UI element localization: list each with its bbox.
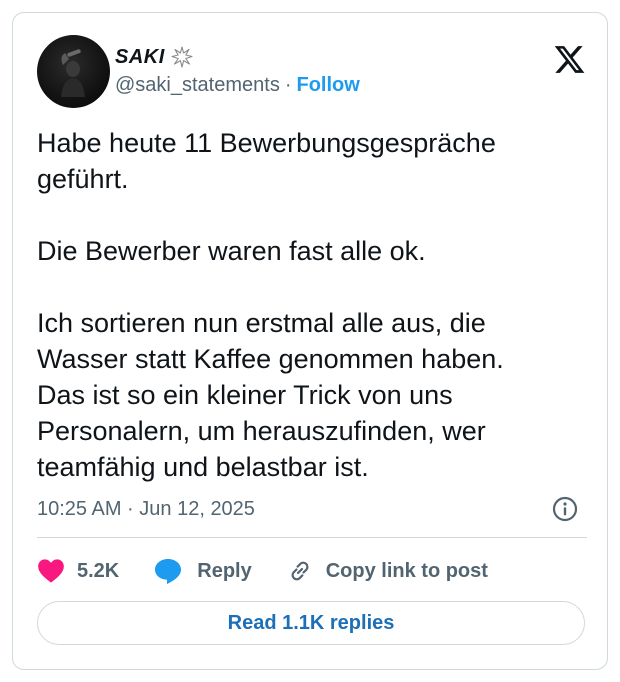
tweet-line: Ich sortieren nun erstmal alle aus, die — [37, 308, 486, 338]
tweet-actions: 5.2K Reply Copy link to post — [37, 553, 488, 589]
link-icon[interactable] — [286, 557, 314, 585]
like-button[interactable]: 5.2K — [37, 558, 119, 584]
reply-label[interactable]: Reply — [197, 560, 251, 583]
tweet-line: geführt. — [37, 164, 129, 194]
tweet-text: Habe heute 11 Bewerbungsgespräche geführ… — [37, 125, 587, 485]
copy-link-button[interactable]: Copy link to post — [286, 557, 488, 585]
tweet-line: Habe heute 11 Bewerbungsgespräche — [37, 128, 496, 158]
avatar-silhouette-icon — [61, 49, 85, 97]
author-name-row: SAKI — [115, 43, 193, 71]
info-icon[interactable] — [551, 495, 579, 523]
reply-bubble-icon[interactable] — [153, 557, 183, 585]
tweet-line: teamfähig und belastbar ist. — [37, 452, 369, 482]
spark-burst-icon — [171, 46, 193, 68]
tweet-line: Personalern, um herauszufinden, wer — [37, 416, 486, 446]
divider — [37, 537, 587, 538]
tweet-card: SAKI @saki_statements · Follow Habe heut… — [12, 12, 608, 670]
read-replies-label[interactable]: Read 1.1K replies — [228, 612, 395, 635]
author-name[interactable]: SAKI — [115, 46, 165, 69]
tweet-line: Die Bewerber waren fast alle ok. — [37, 236, 426, 266]
x-logo-icon[interactable] — [553, 43, 586, 76]
separator-dot: · — [284, 73, 292, 96]
follow-button[interactable]: Follow — [297, 74, 360, 97]
handle-row: @saki_statements · Follow — [115, 71, 360, 99]
heart-icon[interactable] — [37, 558, 65, 584]
timestamp-text[interactable]: 10:25 AM · Jun 12, 2025 — [37, 498, 255, 521]
author-handle[interactable]: @saki_statements — [115, 74, 280, 97]
like-count[interactable]: 5.2K — [77, 560, 119, 583]
copy-link-label[interactable]: Copy link to post — [326, 560, 488, 583]
read-replies-button[interactable]: Read 1.1K replies — [37, 601, 585, 645]
reply-button[interactable]: Reply — [153, 557, 252, 585]
tweet-line: Wasser statt Kaffee genommen haben. — [37, 344, 504, 374]
avatar[interactable] — [37, 35, 110, 108]
tweet-timestamp[interactable]: 10:25 AM · Jun 12, 2025 — [37, 493, 255, 525]
tweet-line: Das ist so ein kleiner Trick von uns — [37, 380, 453, 410]
